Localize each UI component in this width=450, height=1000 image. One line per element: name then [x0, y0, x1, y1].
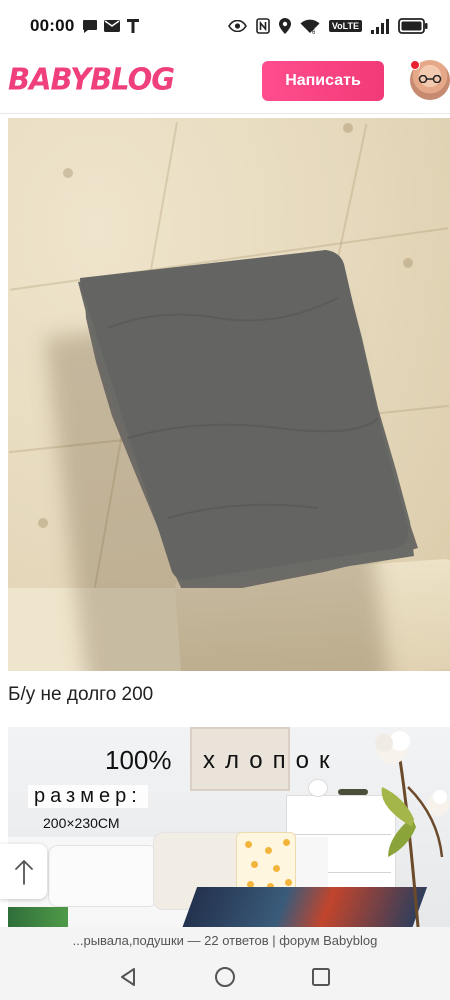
- status-bar: 00:00 6 VoLTE: [0, 0, 450, 52]
- size-label: размер:: [28, 785, 148, 808]
- write-button[interactable]: Написать: [262, 61, 384, 101]
- cotton-branch-image: [375, 731, 449, 927]
- app-header: BABYBLOG Написать: [0, 52, 450, 114]
- size-value: 200×230СМ: [43, 815, 120, 831]
- t-icon: [126, 18, 140, 34]
- babyblog-logo[interactable]: BABYBLOG: [8, 61, 175, 97]
- notification-dot: [410, 60, 420, 70]
- post-photo[interactable]: [8, 118, 450, 671]
- mail-icon: [104, 20, 121, 32]
- gray-pillow-image: [78, 250, 418, 588]
- post-caption: Б/у не долго 200: [8, 684, 154, 705]
- notification-icons: [82, 18, 140, 34]
- location-icon: [278, 18, 291, 34]
- product-photo[interactable]: 100% хлопок размер: 200×230СМ: [8, 727, 450, 927]
- back-icon[interactable]: [116, 965, 140, 989]
- signal-icon: [371, 18, 389, 34]
- battery-icon: [398, 18, 428, 34]
- page-source-label[interactable]: ...рывала,подушки — 22 ответов | форум B…: [0, 927, 450, 954]
- system-nav-bar: [0, 954, 450, 1000]
- status-time: 00:00: [30, 16, 75, 35]
- nfc-icon: [256, 18, 270, 34]
- recents-icon[interactable]: [309, 965, 333, 989]
- cotton-title-word: хлопок: [203, 747, 340, 774]
- system-icons: 6 VoLTE: [227, 18, 428, 34]
- wifi-icon: 6: [300, 19, 320, 34]
- home-icon[interactable]: [213, 965, 237, 989]
- scroll-up-button[interactable]: [0, 844, 47, 899]
- volte-icon: VoLTE: [328, 20, 362, 32]
- glasses-icon: [418, 75, 442, 83]
- svg-text:6: 6: [312, 30, 316, 34]
- arrow-up-icon: [14, 859, 33, 885]
- eye-icon: [227, 20, 247, 32]
- floral-pillow: [236, 832, 296, 894]
- cotton-title-percent: 100%: [105, 745, 172, 775]
- chat-bubble-icon: [82, 19, 98, 34]
